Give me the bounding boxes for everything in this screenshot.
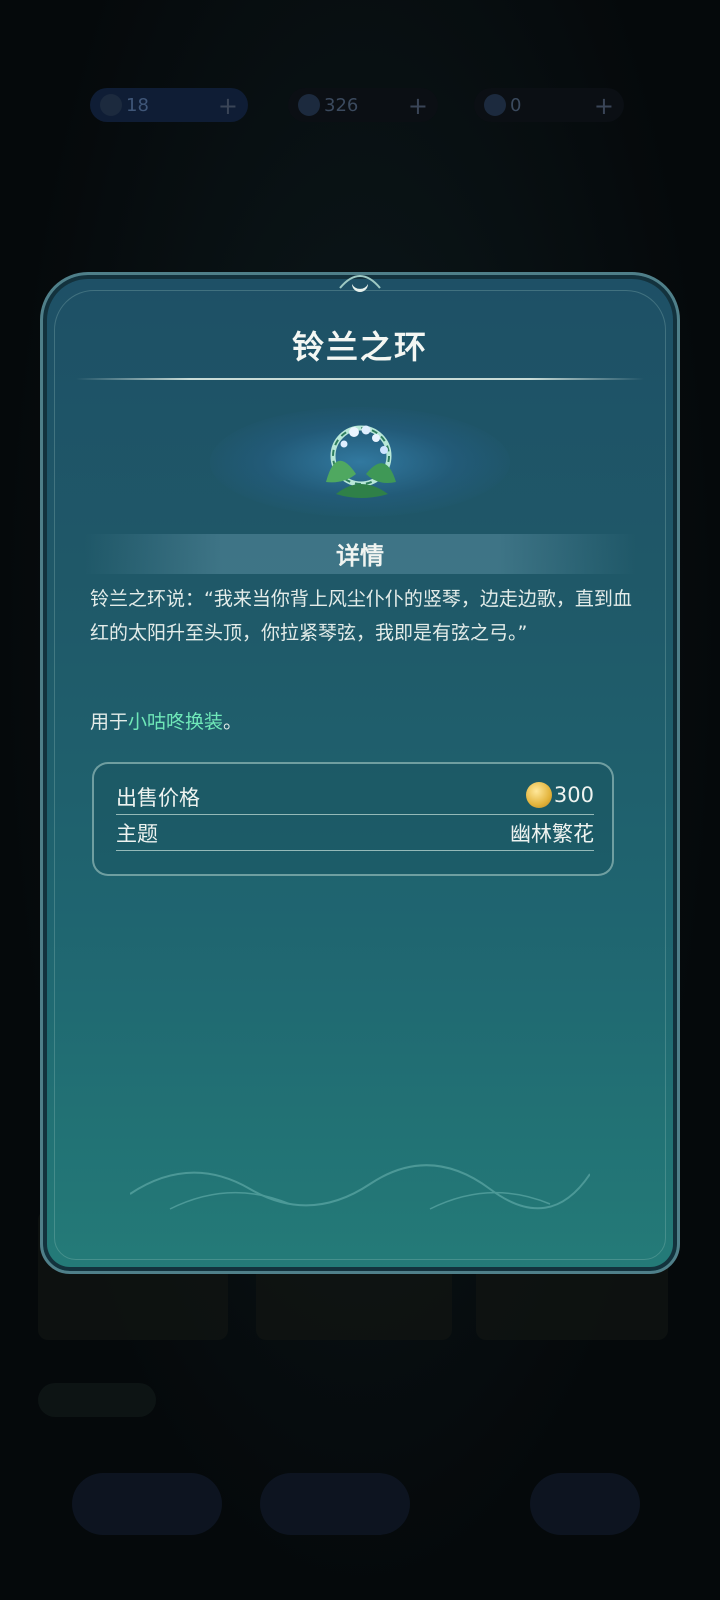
price-value: 300 [553,783,594,807]
add-dream-orb-button: + [217,92,238,120]
add-feather-button: + [593,92,614,120]
dream-orb-icon [100,94,122,116]
resource-bar: 18 + 326 + 0 + [0,88,720,124]
feather-counter: 0 + [474,88,624,122]
usage-prefix: 用于 [90,711,129,733]
moon-coin-counter: 326 + [288,88,438,122]
price-label: 出售价格 [116,786,200,810]
item-info-box: 出售价格 300 主题 幽林繁花 [92,762,614,876]
theme-label: 主题 [116,822,158,846]
dream-orb-counter: 18 + [90,88,248,122]
info-divider [116,850,594,851]
theme-value: 幽林繁花 [510,822,594,846]
theme-row: 主题 幽林繁花 [116,816,594,850]
usage-target-link: 小咕咚换装 [128,711,224,733]
background-tab [38,1383,156,1417]
price-value-wrap: 300 [525,782,594,808]
item-description: 铃兰之环说：“我来当你背上风尘仆仆的竖琴，边走边歌，直到血红的太阳升至头顶，你拉… [90,588,632,644]
background-button [260,1473,410,1535]
dialog-title: 铃兰之环 [291,328,428,366]
wave-ornament-icon [130,1164,590,1210]
details-heading: 详情 [336,542,384,570]
add-moon-coin-button: + [407,92,428,120]
title-divider [76,378,644,380]
info-divider [116,814,594,815]
feather-icon [484,94,506,116]
moon-crest-icon [339,275,381,292]
lily-of-the-valley-ring-icon [326,425,396,498]
background-back-button [530,1473,640,1535]
dream-orb-value: 18 [126,94,149,116]
item-detail-dialog: 铃兰之环 详情 铃兰之环说：“我来当你背上风尘仆仆的竖琴，边走边歌，直到血红的太… [40,272,680,1274]
gold-coin-icon [525,782,552,808]
feather-value: 0 [510,94,522,116]
item-usage: 用于小咕咚换装。 [90,707,242,734]
moon-coin-icon [298,94,320,116]
moon-coin-value: 326 [324,94,359,116]
background-button [72,1473,222,1535]
price-row: 出售价格 300 [116,780,594,814]
usage-suffix: 。 [223,711,243,733]
